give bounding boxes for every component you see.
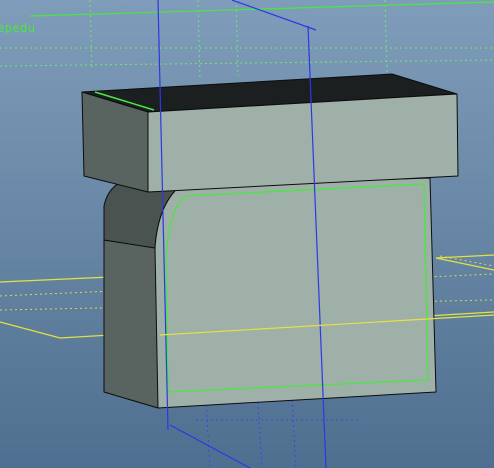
3d-solid-model-icon[interactable] xyxy=(81,73,459,409)
3d-viewport[interactable]: epedu xyxy=(0,0,494,468)
body-side-face[interactable] xyxy=(103,239,159,409)
scene-canvas[interactable] xyxy=(0,0,494,468)
body-front-face[interactable] xyxy=(154,177,437,409)
